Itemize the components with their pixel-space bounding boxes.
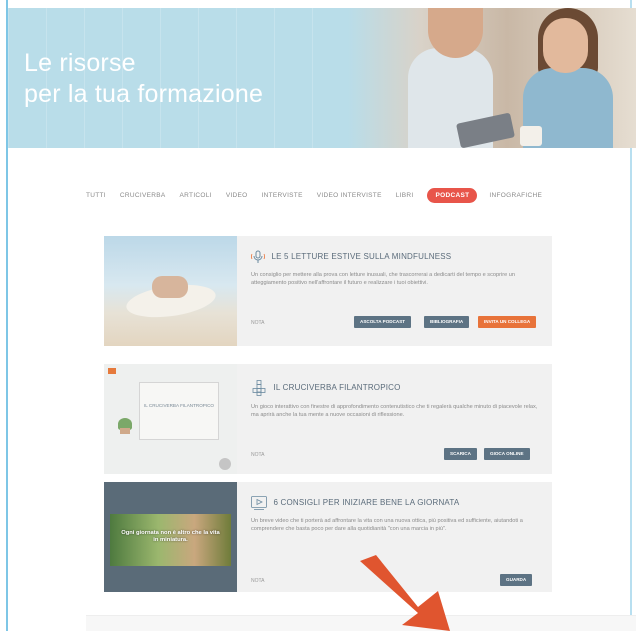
crossword-icon <box>252 380 266 396</box>
invite-colleague-button[interactable]: INVITA UN COLLEGA <box>478 316 537 328</box>
category-tabs: TUTTI CRUCIVERBA ARTICOLI VIDEO INTERVIS… <box>86 188 556 203</box>
tab-infografiche[interactable]: INFOGRAFICHE <box>489 189 542 202</box>
hero-title-line-2: per la tua formazione <box>24 80 264 108</box>
crossword-board-text: IL CRUCIVERBA FILANTROPICO <box>143 403 215 408</box>
card-thumbnail-video[interactable]: Ogni giornata non è altro che la vita in… <box>104 482 237 592</box>
logo-mark-icon <box>108 368 116 374</box>
tab-video-interviste[interactable]: VIDEO INTERVISTE <box>317 189 382 202</box>
hero-photo <box>348 8 636 148</box>
tab-tutti[interactable]: TUTTI <box>86 189 106 202</box>
card-meta: NOTA <box>251 452 265 458</box>
listen-podcast-button[interactable]: ASCOLTA PODCAST <box>354 316 412 328</box>
reader-figure <box>152 276 188 298</box>
card-body: 6 CONSIGLI PER INIZIARE BENE LA GIORNATA… <box>251 482 542 533</box>
resource-card-crossword: IL CRUCIVERBA FILANTROPICO IL CRUCIVERBA… <box>104 364 552 474</box>
hero-title-line-1: Le risorse <box>24 49 136 77</box>
plant-pot <box>120 428 130 434</box>
card-thumbnail-crossword[interactable]: IL CRUCIVERBA FILANTROPICO <box>104 364 237 474</box>
corner-badge <box>219 458 231 470</box>
card-meta: NOTA <box>251 578 265 584</box>
tab-cruciverba[interactable]: CRUCIVERBA <box>120 189 166 202</box>
pointer-arrow-icon <box>360 555 450 631</box>
card-meta: NOTA <box>251 320 265 326</box>
card-title-text: IL CRUCIVERBA FILANTROPICO <box>273 383 401 393</box>
play-online-button[interactable]: GIOCA ONLINE <box>484 448 530 460</box>
card-title-text: LE 5 LETTURE ESTIVE SULLA MINDFULNESS <box>271 252 452 262</box>
resource-card-podcast: LE 5 LETTURE ESTIVE SULLA MINDFULNESS Un… <box>104 236 552 346</box>
tab-video[interactable]: VIDEO <box>226 189 248 202</box>
card-description: Un breve video che ti porterà ad affront… <box>251 518 523 532</box>
resource-card-video: Ogni giornata non è altro che la vita in… <box>104 482 552 592</box>
woman-head <box>543 18 588 73</box>
video-quote: Ogni giornata non è altro che la vita in… <box>121 530 220 543</box>
video-play-icon <box>251 496 267 510</box>
card-body: IL CRUCIVERBA FILANTROPICO Un gioco inte… <box>251 364 542 419</box>
tab-interviste[interactable]: INTERVISTE <box>262 189 303 202</box>
hero-banner: Le risorse per la tua formazione <box>8 8 636 148</box>
podcast-microphone-icon <box>251 250 265 263</box>
card-title[interactable]: LE 5 LETTURE ESTIVE SULLA MINDFULNESS <box>251 250 542 264</box>
card-description: Un gioco interattivo con finestre di app… <box>251 404 538 418</box>
card-title[interactable]: IL CRUCIVERBA FILANTROPICO <box>251 380 542 396</box>
tab-podcast[interactable]: PODCAST <box>427 188 478 203</box>
tab-libri[interactable]: LIBRI <box>396 189 414 202</box>
card-title-text: 6 CONSIGLI PER INIZIARE BENE LA GIORNATA <box>273 498 460 508</box>
hero-title: Le risorse per la tua formazione <box>24 48 263 110</box>
card-thumbnail-beach[interactable] <box>104 236 237 346</box>
bibliography-button[interactable]: BIBLIOGRAFIA <box>424 316 470 328</box>
crossword-board: IL CRUCIVERBA FILANTROPICO <box>139 382 219 440</box>
video-still: Ogni giornata non è altro che la vita in… <box>110 514 231 566</box>
card-description: Un consiglio per mettere alla prova con … <box>251 272 515 286</box>
watch-button[interactable]: GUARDA <box>500 574 533 586</box>
card-title[interactable]: 6 CONSIGLI PER INIZIARE BENE LA GIORNATA <box>251 496 542 510</box>
coffee-mug <box>520 126 542 146</box>
tab-articoli[interactable]: ARTICOLI <box>180 189 212 202</box>
card-body: LE 5 LETTURE ESTIVE SULLA MINDFULNESS Un… <box>251 236 542 287</box>
download-button[interactable]: SCARICA <box>444 448 477 460</box>
